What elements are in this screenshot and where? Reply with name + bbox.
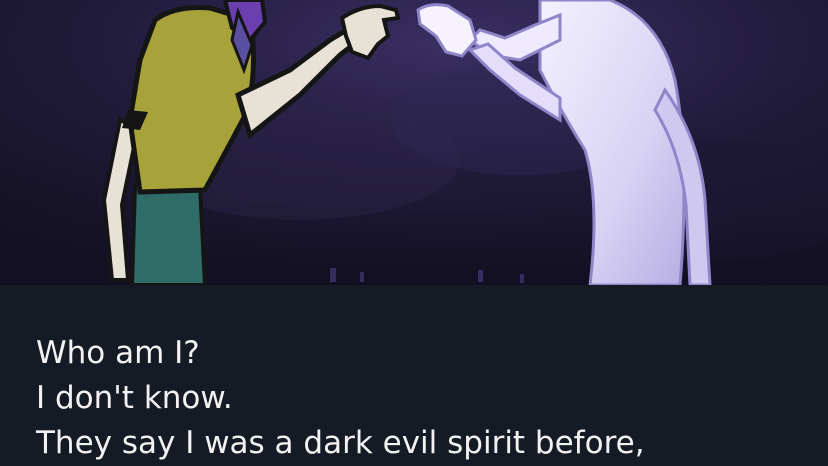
scene-artwork <box>0 0 828 285</box>
dialogue-text: Who am I? I don't know. They say I was a… <box>36 331 808 466</box>
dialogue-line: They say I was a dark evil spirit before… <box>36 425 645 461</box>
dialogue-box[interactable]: Who am I? I don't know. They say I was a… <box>0 285 828 466</box>
game-screen[interactable]: Who am I? I don't know. They say I was a… <box>0 0 828 466</box>
dialogue-line: I don't know. <box>36 380 233 416</box>
scene-illustration <box>0 0 828 285</box>
dialogue-line: Who am I? <box>36 335 200 371</box>
